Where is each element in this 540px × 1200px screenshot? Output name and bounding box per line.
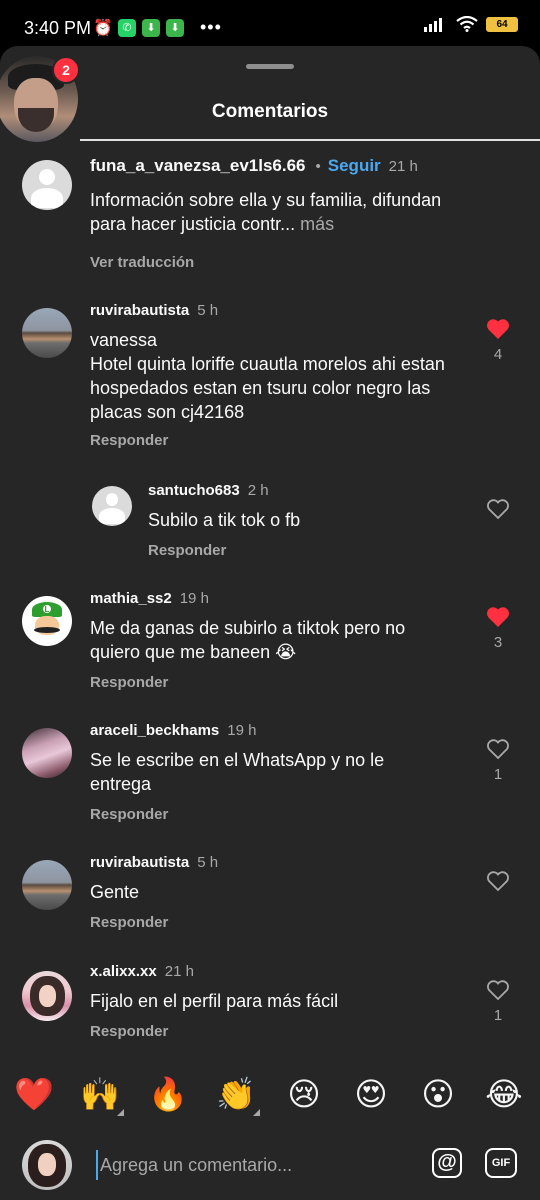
- reply-button[interactable]: Responder: [90, 1023, 168, 1040]
- comment-text: Información sobre ella y su familia, dif…: [90, 190, 442, 234]
- header-divider: [80, 139, 540, 141]
- whatsapp-icon: ✆: [118, 18, 136, 37]
- my-avatar: [22, 1140, 72, 1190]
- comment-time: 21 h: [388, 158, 418, 175]
- like-button[interactable]: [484, 870, 512, 892]
- comment-time: 21 h: [164, 963, 194, 980]
- avatar[interactable]: [22, 971, 72, 1021]
- avatar[interactable]: [22, 728, 72, 778]
- comments-sheet: 2 Comentarios funa_a_vanezsa_ev1ls6.66 • S…: [0, 46, 540, 1200]
- battery-icon: 64: [486, 16, 518, 32]
- comment-username[interactable]: ruvirabautista: [90, 302, 189, 319]
- comment-username[interactable]: ruvirabautista: [90, 854, 189, 871]
- download-icon: ⬇: [142, 18, 160, 37]
- comment-text: Se le escribe en el WhatsApp y no le ent…: [90, 750, 385, 794]
- alarm-icon: ⏰: [93, 19, 113, 37]
- like-button[interactable]: 3: [484, 606, 512, 651]
- comment-text: Subilo a tik tok o fb: [148, 510, 301, 530]
- laughing-emoji-button[interactable]: 😂: [482, 1072, 526, 1116]
- avatar[interactable]: [22, 308, 72, 358]
- like-count: 1: [493, 766, 503, 783]
- heart-filled-icon: [487, 319, 509, 339]
- follow-button[interactable]: Seguir: [328, 156, 381, 175]
- comment-username[interactable]: funa_a_vanezsa_ev1ls6.66: [90, 156, 306, 175]
- fire-emoji-button[interactable]: 🔥: [146, 1072, 190, 1116]
- heart-filled-icon: [487, 607, 509, 627]
- heart-outline-icon: [487, 871, 509, 892]
- comment-time: 5 h: [197, 302, 219, 319]
- quick-reactions-bar: ❤️ 🙌 🔥 👏 😢 😍 😮 😂: [0, 1072, 540, 1120]
- heart-emoji-button[interactable]: ❤️: [12, 1072, 56, 1116]
- like-button[interactable]: 4: [484, 318, 512, 363]
- more-notifications-icon: •••: [200, 17, 222, 37]
- comment-text: Gente: [90, 882, 140, 902]
- comment-input[interactable]: [96, 1150, 410, 1180]
- more-link[interactable]: más: [295, 214, 334, 234]
- surprised-emoji-button[interactable]: 😮: [416, 1072, 460, 1116]
- raised-hands-emoji-button[interactable]: 🙌: [78, 1072, 124, 1116]
- like-count: 3: [493, 634, 503, 651]
- reply-button[interactable]: Responder: [90, 674, 168, 691]
- comment-text: Me da ganas de subirlo a tiktok pero no …: [90, 618, 406, 662]
- like-button[interactable]: 1: [484, 738, 512, 783]
- avatar[interactable]: [22, 160, 72, 210]
- notification-icons: ⏰ ✆ ⬇ ⬇ •••: [93, 17, 222, 38]
- reply-button[interactable]: Responder: [90, 432, 168, 449]
- translate-button[interactable]: Ver traducción: [90, 254, 194, 271]
- comment-time: 19 h: [227, 722, 257, 739]
- comment-composer: @ GIF: [0, 1130, 540, 1200]
- reply-button[interactable]: Responder: [90, 806, 168, 823]
- mention-button[interactable]: @: [432, 1148, 462, 1178]
- status-time: 3:40 PM: [24, 18, 92, 38]
- system-icons: 64: [424, 16, 518, 32]
- like-button[interactable]: [484, 498, 512, 520]
- like-button[interactable]: 1: [484, 979, 512, 1024]
- download-icon: ⬇: [166, 18, 184, 37]
- avatar[interactable]: L: [22, 596, 72, 646]
- heart-eyes-emoji-button[interactable]: 😍: [349, 1072, 393, 1116]
- signal-icon: [424, 18, 442, 32]
- clap-emoji-button[interactable]: 👏: [214, 1072, 260, 1116]
- reply-button[interactable]: Responder: [90, 914, 168, 931]
- comment-text: vanessa Hotel quinta loriffe cuautla mor…: [90, 330, 445, 422]
- crying-emoji-button[interactable]: 😢: [282, 1072, 326, 1116]
- heart-outline-icon: [487, 980, 509, 1001]
- comment-username[interactable]: araceli_beckhams: [90, 722, 219, 739]
- drag-handle[interactable]: [246, 64, 294, 69]
- wifi-icon: [456, 16, 478, 32]
- heart-outline-icon: [487, 499, 509, 520]
- like-count: 1: [493, 1007, 503, 1024]
- comment-text: Fijalo en el perfil para más fácil: [90, 991, 339, 1011]
- notification-badge: 2: [52, 56, 80, 84]
- reply-button[interactable]: Responder: [148, 542, 226, 559]
- comment-username[interactable]: mathia_ss2: [90, 590, 172, 607]
- comment-time: 19 h: [179, 590, 209, 607]
- sheet-title: Comentarios: [211, 101, 329, 122]
- comment-time: 5 h: [197, 854, 219, 871]
- gif-button[interactable]: GIF: [485, 1148, 517, 1178]
- comment-username[interactable]: santucho683: [148, 482, 240, 499]
- comment-time: 2 h: [247, 482, 269, 499]
- avatar[interactable]: [92, 486, 132, 526]
- comment-username[interactable]: x.alixx.xx: [90, 963, 157, 980]
- heart-outline-icon: [487, 739, 509, 760]
- like-count: 4: [493, 346, 503, 363]
- avatar[interactable]: [22, 860, 72, 910]
